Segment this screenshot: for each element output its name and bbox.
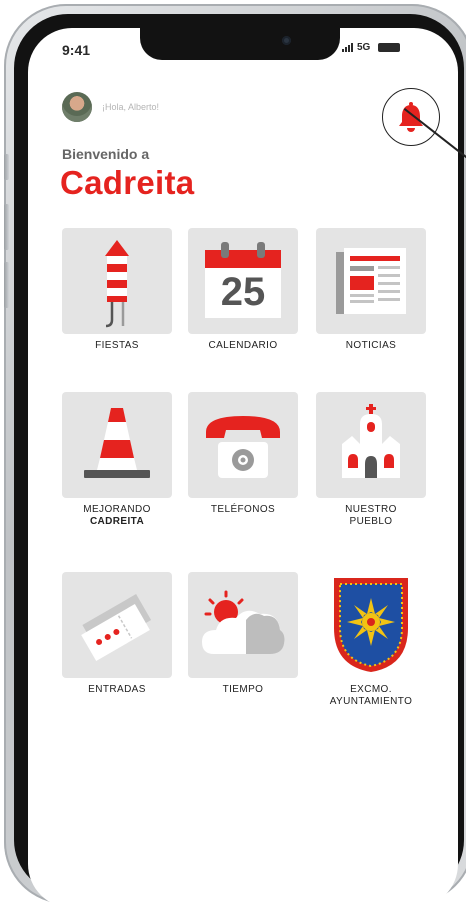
avatar[interactable] — [62, 92, 92, 122]
tile-label-line1: MEJORANDO — [83, 504, 151, 515]
tile-label-line2: CADREITA — [89, 516, 145, 527]
greeting-row: ¡Hola, Alberto! — [62, 92, 159, 122]
tile-label: TELÉFONOS — [210, 504, 276, 515]
tile-label: FIESTAS — [95, 340, 139, 351]
tile-label: MEJORANDO CADREITA — [52, 504, 182, 528]
firework-rocket-icon — [105, 240, 129, 328]
tile-label-line1: NUESTRO — [345, 504, 397, 515]
signal-icon — [342, 43, 353, 52]
tile-tiempo[interactable] — [188, 572, 298, 678]
tile-label-line1: EXCMO. — [350, 684, 392, 695]
battery-icon — [378, 43, 401, 52]
volume-down-button — [4, 262, 9, 308]
notifications-button[interactable] — [382, 88, 440, 146]
side-button — [4, 154, 9, 180]
tile-telefonos[interactable] — [188, 392, 298, 498]
newspaper-icon — [336, 248, 406, 314]
phone-screen: 9:41 5G ¡Hola, Alberto! Bienvenido a Cad… — [28, 28, 458, 908]
volume-up-button — [4, 204, 9, 250]
tile-label: NUESTRO PUEBLO — [306, 504, 436, 528]
tile-ayuntamiento[interactable] — [316, 572, 426, 678]
weather-icon — [202, 590, 285, 654]
tile-label: ENTRADAS — [88, 684, 146, 695]
tile-entradas[interactable] — [62, 572, 172, 678]
status-indicators: 5G — [342, 42, 401, 53]
tile-label: NOTICIAS — [345, 340, 397, 351]
tile-label-line2: PUEBLO — [349, 516, 393, 527]
welcome-text: Bienvenido a — [62, 146, 150, 162]
tile-label-line2: AYUNTAMIENTO — [329, 696, 413, 707]
tile-noticias[interactable] — [316, 228, 426, 334]
telephone-icon — [206, 416, 280, 478]
tickets-icon — [81, 594, 152, 661]
network-label: 5G — [357, 42, 371, 53]
tile-label: EXCMO. AYUNTAMIENTO — [306, 684, 436, 708]
traffic-cone-icon — [84, 408, 150, 478]
calendar-day: 25 — [220, 270, 266, 314]
phone-frame: 9:41 5G ¡Hola, Alberto! Bienvenido a Cad… — [4, 4, 466, 908]
greeting-text: ¡Hola, Alberto! — [102, 102, 160, 112]
tile-label: TIEMPO — [222, 684, 264, 695]
tile-label: CALENDARIO — [208, 340, 278, 351]
tile-calendario[interactable]: 25 — [188, 228, 298, 334]
status-time: 9:41 — [62, 42, 91, 58]
notch — [140, 28, 340, 60]
tile-nuestro-pueblo[interactable] — [316, 392, 426, 498]
bell-icon — [399, 102, 423, 132]
tile-fiestas[interactable] — [62, 228, 172, 334]
camera — [282, 36, 291, 45]
town-title: Cadreita — [60, 164, 195, 201]
tile-mejorando-cadreita[interactable] — [62, 392, 172, 498]
church-icon — [342, 404, 400, 478]
coat-of-arms-icon — [334, 578, 408, 672]
